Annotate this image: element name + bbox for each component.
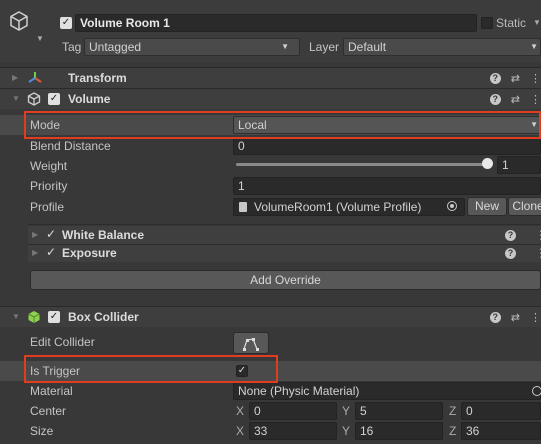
- help-icon[interactable]: ?: [489, 72, 501, 84]
- blend-distance-input[interactable]: 0: [233, 137, 541, 155]
- box-collider-icon: [27, 310, 41, 327]
- box-collider-title: Box Collider: [68, 310, 139, 324]
- layer-dropdown[interactable]: Default ▼: [343, 38, 541, 56]
- help-icon[interactable]: ?: [489, 93, 501, 105]
- edit-collider-button[interactable]: [233, 332, 269, 354]
- weight-slider-track[interactable]: [236, 163, 488, 166]
- profile-value: VolumeRoom1 (Volume Profile): [254, 200, 422, 214]
- volume-header-icons: ? ⇄ ⋮: [489, 89, 541, 109]
- foldout-arrow-icon[interactable]: ▶: [12, 73, 18, 82]
- is-trigger-label: Is Trigger: [30, 364, 81, 378]
- presets-icon[interactable]: ⇄: [511, 72, 520, 85]
- help-icon[interactable]: ?: [505, 248, 516, 259]
- volume-enabled-checkbox[interactable]: ✓: [48, 93, 60, 105]
- object-picker-icon[interactable]: [532, 386, 541, 396]
- presets-icon[interactable]: ⇄: [511, 311, 520, 324]
- foldout-arrow-icon[interactable]: ▶: [32, 230, 38, 239]
- weight-input[interactable]: 1: [497, 156, 541, 174]
- box-collider-enabled-checkbox[interactable]: ✓: [48, 311, 60, 323]
- static-label: Static: [496, 16, 527, 30]
- new-profile-button[interactable]: New: [467, 197, 507, 216]
- menu-dots-icon[interactable]: ⋮: [530, 72, 541, 85]
- size-z-input[interactable]: 36: [461, 422, 541, 440]
- clone-profile-button[interactable]: Clone: [508, 197, 541, 216]
- center-y-label: Y: [342, 404, 351, 418]
- gameobject-cube-icon: [8, 10, 30, 35]
- profile-asset-icon: [239, 202, 247, 212]
- presets-icon[interactable]: ⇄: [511, 93, 520, 106]
- blend-distance-label: Blend Distance: [30, 139, 111, 153]
- edit-collider-icon: [243, 338, 259, 351]
- gameobject-name-input[interactable]: Volume Room 1: [75, 14, 477, 32]
- menu-dots-icon[interactable]: ⋮: [530, 311, 541, 324]
- separator: [28, 224, 541, 225]
- transform-header-icons: ? ⇄ ⋮: [489, 68, 541, 88]
- transform-header[interactable]: ▶ Transform ? ⇄ ⋮: [0, 67, 541, 88]
- chevron-down-icon: ▼: [530, 120, 538, 129]
- center-x-input[interactable]: 0: [249, 402, 337, 420]
- gameobject-header: ▼ ✓ Volume Room 1 Static ▼ Tag Untagged …: [0, 0, 541, 62]
- is-trigger-row: [0, 361, 541, 381]
- menu-dots-icon[interactable]: ⋮: [535, 228, 541, 242]
- center-y-input[interactable]: 5: [355, 402, 443, 420]
- edit-collider-label: Edit Collider: [30, 335, 95, 349]
- mode-dropdown[interactable]: Local ▼: [233, 116, 541, 134]
- add-override-button[interactable]: Add Override: [30, 270, 541, 290]
- is-trigger-checkbox[interactable]: ✓: [236, 365, 248, 377]
- weight-slider-handle[interactable]: [482, 158, 493, 169]
- profile-object-field[interactable]: VolumeRoom1 (Volume Profile): [233, 198, 465, 216]
- box-collider-header[interactable]: ▼ ✓ Box Collider ? ⇄ ⋮: [0, 306, 541, 327]
- menu-dots-icon[interactable]: ⋮: [535, 246, 541, 260]
- volume-header[interactable]: ▼ ✓ Volume ? ⇄ ⋮: [0, 88, 541, 109]
- mode-label: Mode: [30, 118, 61, 132]
- chevron-down-icon: ▼: [530, 42, 538, 51]
- chevron-down-icon: ▼: [281, 42, 289, 51]
- size-label: Size: [30, 424, 54, 438]
- override-exposure[interactable]: ▶ ✓ Exposure ? ⋮: [28, 244, 541, 262]
- size-z-label: Z: [449, 424, 457, 438]
- size-y-label: Y: [342, 424, 351, 438]
- foldout-arrow-icon[interactable]: ▶: [32, 248, 38, 257]
- volume-cube-icon: [27, 92, 41, 109]
- tag-label: Tag: [62, 40, 82, 54]
- volume-title: Volume: [68, 92, 111, 106]
- gameobject-active-checkbox[interactable]: ✓: [60, 17, 72, 29]
- size-x-label: X: [236, 424, 245, 438]
- weight-label: Weight: [30, 159, 68, 173]
- help-icon[interactable]: ?: [505, 230, 516, 241]
- layer-value: Default: [348, 40, 387, 54]
- priority-input[interactable]: 1: [233, 177, 541, 195]
- override-label: White Balance: [62, 228, 145, 242]
- center-z-label: Z: [449, 404, 457, 418]
- override-label: Exposure: [62, 246, 117, 260]
- layer-label: Layer: [309, 40, 340, 54]
- menu-dots-icon[interactable]: ⋮: [530, 93, 541, 106]
- center-label: Center: [30, 404, 67, 418]
- foldout-arrow-icon[interactable]: ▼: [12, 312, 20, 321]
- object-picker-icon[interactable]: [447, 201, 457, 211]
- check-icon[interactable]: ✓: [46, 245, 56, 259]
- tag-dropdown[interactable]: Untagged ▼: [84, 38, 300, 56]
- transform-axis-icon: [28, 71, 42, 88]
- help-icon[interactable]: ?: [489, 311, 501, 323]
- static-checkbox[interactable]: [481, 17, 493, 29]
- box-collider-header-icons: ? ⇄ ⋮: [489, 307, 541, 327]
- override-white-balance[interactable]: ▶ ✓ White Balance ? ⋮: [28, 226, 541, 244]
- foldout-arrow-icon[interactable]: ▼: [12, 94, 20, 103]
- mode-value: Local: [238, 118, 267, 132]
- transform-title: Transform: [68, 71, 127, 85]
- size-y-input[interactable]: 16: [355, 422, 443, 440]
- center-z-input[interactable]: 0: [461, 402, 541, 420]
- check-icon[interactable]: ✓: [46, 227, 56, 241]
- tag-value: Untagged: [89, 40, 142, 54]
- gameobject-icon-dropdown[interactable]: ▼: [36, 34, 44, 43]
- material-object-field[interactable]: None (Physic Material): [233, 382, 541, 400]
- weight-slider-fill: [236, 163, 488, 166]
- center-x-label: X: [236, 404, 245, 418]
- profile-label: Profile: [30, 200, 65, 214]
- priority-label: Priority: [30, 179, 68, 193]
- material-label: Material: [30, 384, 73, 398]
- static-dropdown-arrow[interactable]: ▼: [533, 18, 541, 27]
- size-x-input[interactable]: 33: [249, 422, 337, 440]
